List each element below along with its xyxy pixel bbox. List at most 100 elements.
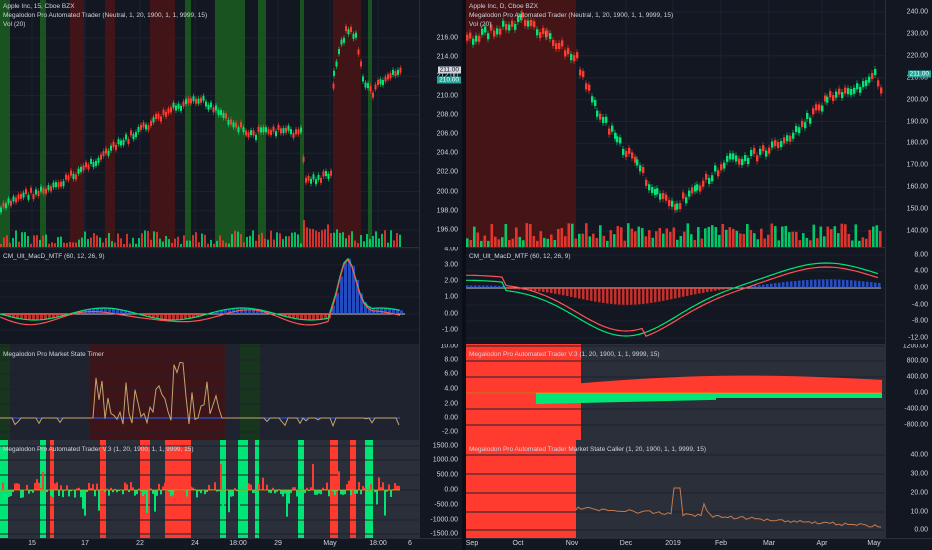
candle-body [856,83,859,90]
right-caller-axis[interactable]: 40.00 30.00 20.00 10.00 0.00 [885,440,932,538]
left-timer-axis[interactable]: 10.00 8.00 6.00 4.00 2.00 0.00 -2.00 [419,344,462,440]
axis-tick-label: 1200.00 [902,344,928,350]
trader-bar [676,377,678,393]
volume-bar [378,238,380,247]
candle-body [237,127,240,133]
candle-body [679,203,682,210]
right-price-axis[interactable]: 240.00 230.00 220.00 210.00 200.00 190.00 180.… [885,0,932,247]
right-trader-title: Megalodon Pro Automated Trader V.3 (1, 2… [469,351,660,358]
right-macd-pane[interactable]: CM_Ult_MacD_MTF (60, 12, 26, 9) 8.00 4.00… [466,247,932,345]
trader-bar [654,378,656,393]
left-macd-plot[interactable] [0,247,420,344]
left-macd-pane[interactable]: CM_Ult_MacD_MTF (60, 12, 26, 9) 4.00 3.00… [0,247,462,345]
trader-bar [702,376,704,393]
volume-bar [704,228,707,247]
trader-bar [28,490,30,494]
trader-bar [866,393,868,398]
candle-body [72,173,75,179]
trader-bar [612,380,614,393]
trader-bar [320,490,322,495]
trader-bar [724,375,726,393]
left-time-axis[interactable]: 15 17 22 24 18:00 29 May 18:00 6 [0,538,420,550]
volume-bar [312,228,314,247]
right-macd-plot[interactable] [466,247,886,344]
candle-body [85,162,87,168]
trader-bar [802,393,804,398]
trader-bar [818,377,820,393]
right-caller-pane[interactable]: Megalodon Pro Automated Trader Market St… [466,440,932,539]
candle-body [182,101,185,107]
left-trader-plot[interactable] [0,440,420,538]
right-macd-axis[interactable]: 8.00 4.00 0.00 -4.00 -8.00 -12.00 [885,247,932,344]
volume-bar [153,231,155,247]
trader-bar [772,393,774,398]
candle-body [305,177,307,183]
time-axis-label: 29 [274,540,282,547]
candle-body [714,165,717,172]
volume-bar [522,240,525,247]
right-price-pane[interactable]: Apple Inc, D, Cboe BZX Megalodon Pro Aut… [466,0,932,248]
candle-body [639,165,642,172]
trader-bar [574,383,576,393]
trader-bar [344,490,346,495]
right-caller-plot[interactable] [466,440,886,538]
candle-body [530,19,533,26]
left-price-axis[interactable]: 216.00214.00212.00210.00208.00206.00204.… [419,0,462,247]
histogram-bar [850,280,853,288]
volume-bar [683,231,686,247]
trader-bar [722,393,724,398]
candle-body [699,185,702,192]
histogram-bar [40,314,43,320]
trader-bar [568,393,570,404]
right-trader-pane[interactable]: Megalodon Pro Automated Trader V.3 (1, 2… [466,344,932,441]
axis-tick-label: 3.00 [444,261,458,269]
trader-bar [746,375,748,393]
trader-bar [580,383,582,393]
trader-bar [872,379,874,393]
left-timer-pane[interactable]: Megalodon Pro Market State Timer 10.00 8.… [0,344,462,441]
trader-bar [394,483,396,490]
trader-bar [304,490,306,493]
trader-bar [554,393,556,404]
candle-body [753,147,756,154]
trader-bar [858,393,860,398]
left-chart[interactable]: Apple Inc, 15, Cboe BZX Megalodon Pro Au… [0,0,462,550]
candle-body [332,83,335,89]
left-trader-axis[interactable]: 1500.00 1000.00 500.00 0.00 -500.00 -1000.00 -… [419,440,462,538]
volume-bar [469,239,473,247]
trader-bar [548,393,550,404]
volume-bar [763,238,767,247]
trader-bar [670,393,672,401]
left-indicator-title: Megalodon Pro Automated Trader (Neutral,… [3,12,208,19]
trader-bar [702,393,704,401]
left-price-plot[interactable] [0,0,420,247]
trader-bar [346,484,348,490]
axis-tick-label: 170.00 [906,161,928,169]
trader-bar [652,378,654,393]
trader-bar [338,471,340,490]
right-time-axis[interactable]: Sep Oct Nov Dec 2019 Feb Mar Apr May [466,538,886,550]
trader-bar [582,383,584,393]
trader-bar [34,482,36,490]
candle-body [327,173,330,179]
volume-bar [117,233,119,247]
candle-body [789,135,792,142]
trader-bar [164,482,166,490]
volume-bar [231,234,233,247]
right-chart[interactable]: Apple Inc, D, Cboe BZX Megalodon Pro Aut… [466,0,932,550]
candle-body [310,178,312,184]
volume-bar [497,239,501,247]
right-price-plot[interactable] [466,0,886,247]
left-trader-pane[interactable]: Megalodon Pro Automated Trader V.3 (1, 2… [0,440,462,539]
trader-bar [312,463,314,490]
left-price-pane[interactable]: Apple Inc, 15, Cboe BZX Megalodon Pro Au… [0,0,462,248]
right-trader-axis[interactable]: 1200.00 800.00 400.00 0.00 -400.00 -800.00 [885,344,932,440]
candle-body [120,140,122,146]
trader-bar [378,477,380,490]
trader-bar [170,490,172,497]
left-macd-axis[interactable]: 4.00 3.00 2.00 1.00 0.00 -1.00 [419,247,462,344]
trader-bar [822,377,824,393]
candle-body [117,139,120,145]
trader-bar [716,393,718,398]
trader-bar [348,480,350,490]
